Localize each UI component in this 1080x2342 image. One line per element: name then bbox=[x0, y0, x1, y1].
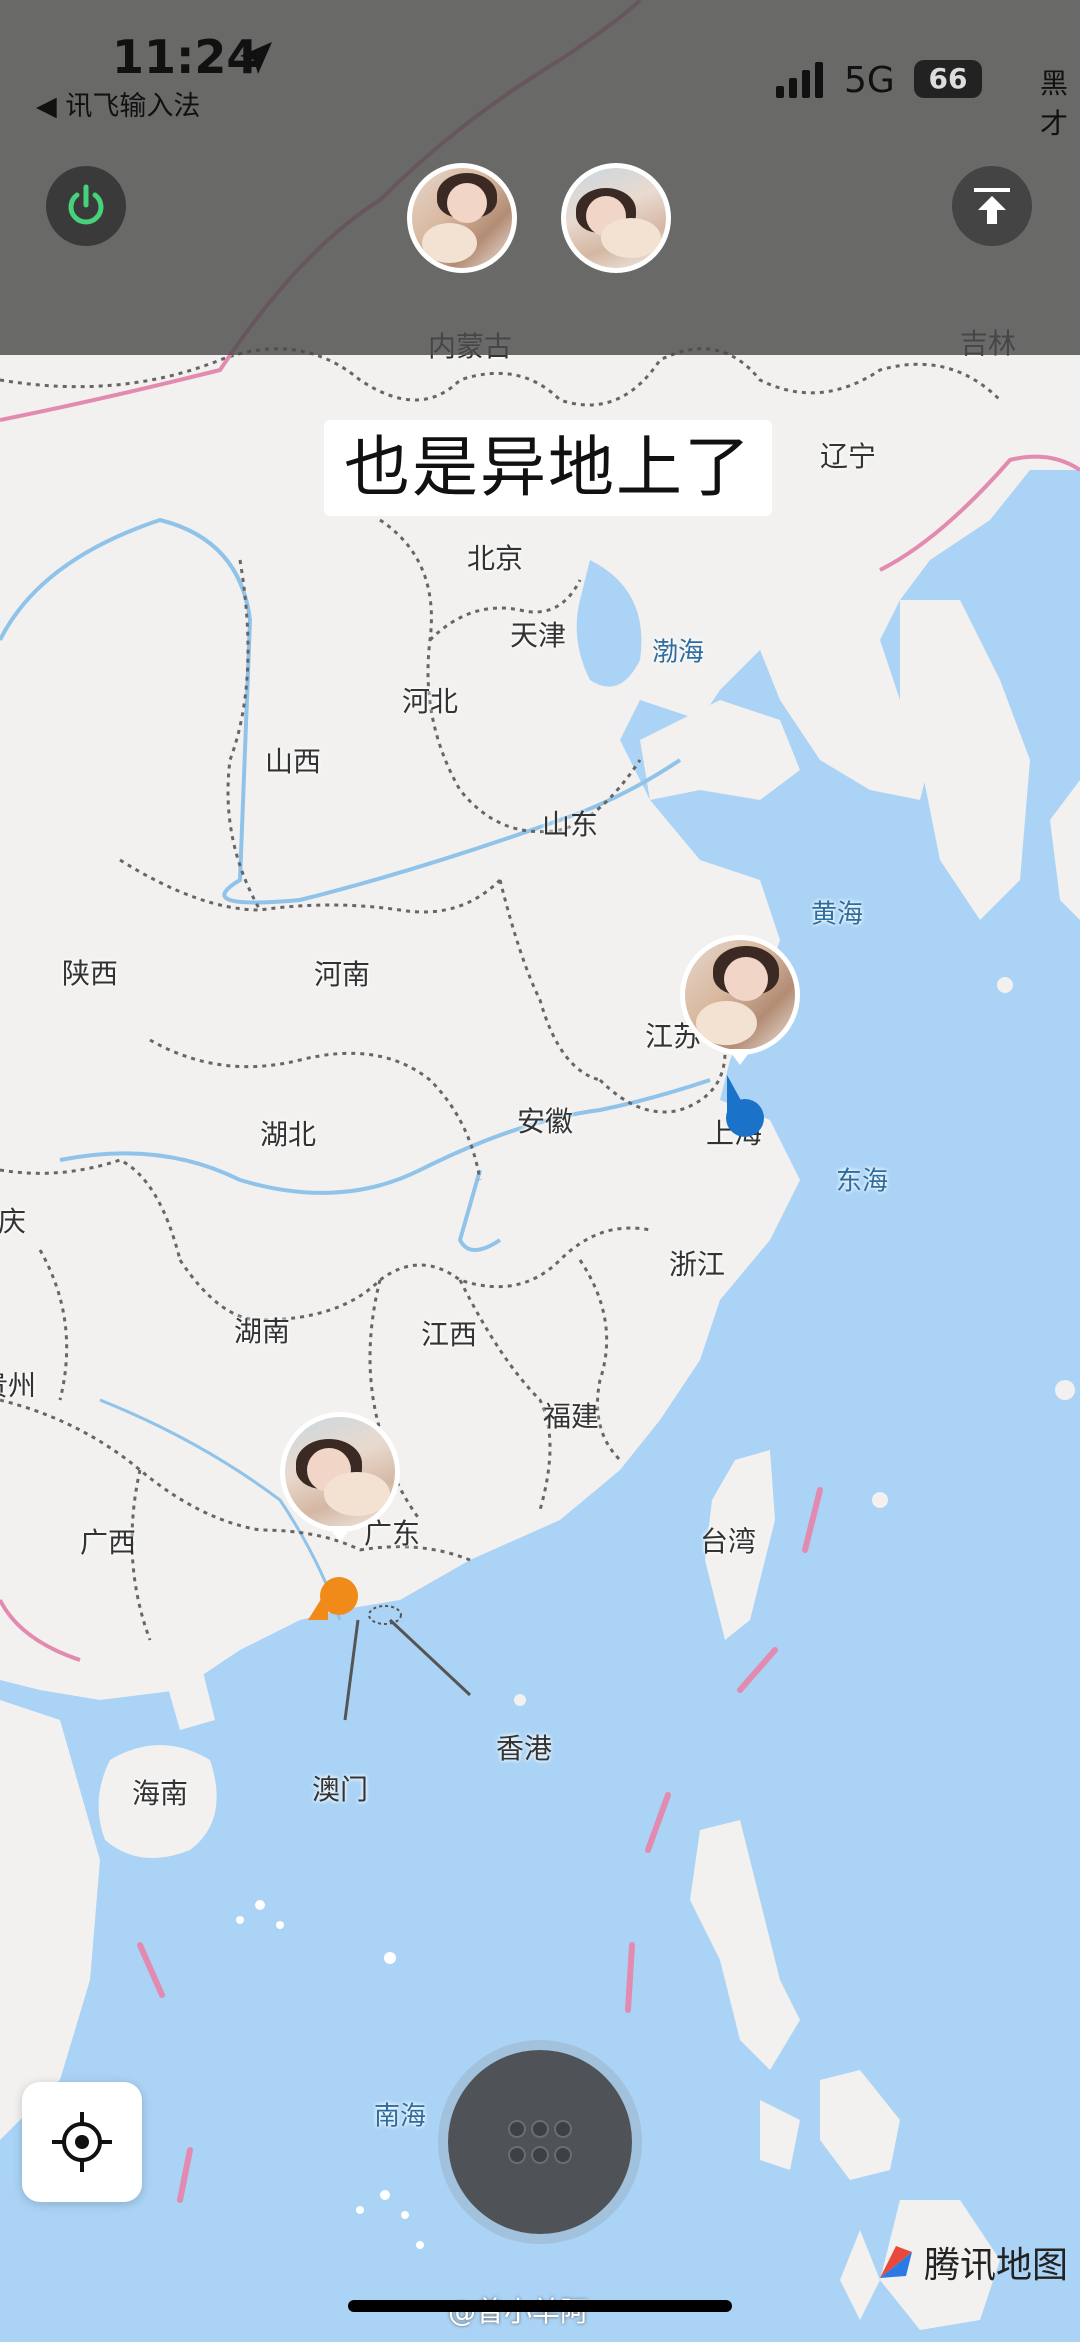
map-label-shanxi: 山西 bbox=[264, 745, 322, 778]
arrow-to-top-icon bbox=[974, 188, 1010, 224]
map-label-hebei: 河北 bbox=[401, 685, 459, 718]
map-label-huanghai: 黄海 bbox=[810, 899, 864, 930]
tencent-map-text: 腾讯地图 bbox=[924, 2245, 1069, 2286]
map-label-zhejiang: 浙江 bbox=[668, 1248, 726, 1281]
tencent-map-icon bbox=[880, 2246, 912, 2278]
map-label-henan: 河南 bbox=[313, 958, 371, 991]
back-to-app-link[interactable]: ◀ 讯飞输入法 bbox=[36, 84, 200, 123]
map-label-hubei: 湖北 bbox=[259, 1118, 317, 1151]
tencent-map-logo: 腾讯地图 bbox=[876, 2236, 1068, 2288]
grid-dots-icon bbox=[508, 2120, 572, 2164]
map-label-nanhai: 南海 bbox=[373, 2101, 427, 2132]
friend-avatar-1[interactable] bbox=[407, 163, 517, 273]
map-label-guangxi: 广西 bbox=[79, 1526, 137, 1559]
map-label-hunan: 湖南 bbox=[233, 1315, 291, 1348]
map-label-bohai: 渤海 bbox=[651, 637, 705, 668]
map-label-shandong: 山东 bbox=[541, 808, 599, 841]
power-icon bbox=[68, 184, 104, 225]
user-pin-guangdong[interactable] bbox=[280, 1412, 400, 1542]
map-label-anhui: 安徽 bbox=[516, 1105, 574, 1138]
user-pin-shanghai[interactable] bbox=[680, 935, 800, 1065]
map-label-jiangxi: 江西 bbox=[420, 1318, 478, 1351]
location-arrow-icon bbox=[308, 1577, 358, 1620]
signal-icon bbox=[776, 62, 823, 98]
map-label-macau: 澳门 bbox=[311, 1773, 369, 1806]
map-label-donghai: 东海 bbox=[835, 1166, 889, 1197]
status-right-text: 黑才 bbox=[1040, 67, 1069, 140]
power-button[interactable] bbox=[46, 166, 126, 246]
locate-button[interactable] bbox=[22, 2082, 142, 2202]
map-label-fujian: 福建 bbox=[542, 1400, 600, 1433]
collapse-button[interactable] bbox=[952, 166, 1032, 246]
home-indicator[interactable] bbox=[348, 2300, 732, 2312]
top-overlay: 11:24 ◀ 讯飞输入法 5G 66 黑才 bbox=[0, 0, 1080, 355]
network-type: 5G bbox=[844, 60, 895, 101]
map-label-hongkong: 香港 bbox=[495, 1732, 553, 1765]
map-label-taiwan: 台湾 bbox=[699, 1525, 757, 1558]
map-label-shaanxi: 陕西 bbox=[61, 957, 119, 990]
map-label-hainan: 海南 bbox=[131, 1777, 189, 1810]
user-avatar-icon bbox=[680, 935, 800, 1055]
menu-button[interactable] bbox=[448, 2050, 632, 2234]
user-avatar-icon bbox=[280, 1412, 400, 1532]
map-label-tianjin: 天津 bbox=[509, 619, 567, 652]
location-arrow-icon bbox=[726, 1075, 764, 1137]
map-label-beijing: 北京 bbox=[466, 542, 524, 575]
caption-banner: 也是异地上了 bbox=[324, 420, 772, 516]
map-label-chongqing: 庆 bbox=[0, 1205, 27, 1238]
battery-icon: 66 bbox=[914, 60, 982, 98]
friend-avatar-2[interactable] bbox=[561, 163, 671, 273]
map-label-liaoning: 辽宁 bbox=[819, 440, 877, 473]
location-arrow-icon bbox=[240, 42, 272, 74]
crosshair-icon bbox=[52, 2112, 112, 2172]
map-label-guizhou: 贵州 bbox=[0, 1369, 37, 1402]
